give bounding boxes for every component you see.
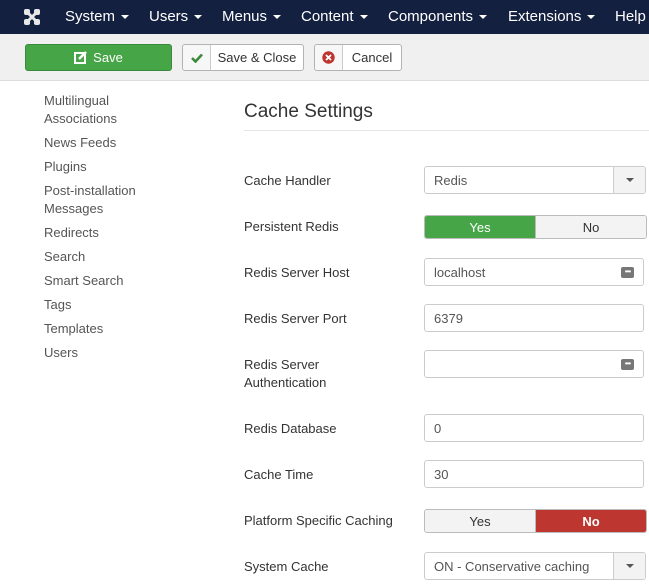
redis-host-label: Redis Server Host (244, 265, 350, 280)
cache-time-label: Cache Time (244, 467, 314, 482)
redis-auth-label: Redis Server Authentication (244, 357, 327, 390)
sidebar-item-users[interactable]: Users (44, 344, 224, 362)
sidebar-item-smart-search[interactable]: Smart Search (44, 272, 224, 290)
save-close-button[interactable]: Save & Close (182, 44, 304, 71)
caret-down-icon (479, 15, 488, 20)
system-cache-select[interactable]: ON - Conservative caching (424, 552, 646, 580)
nav-menu-users[interactable]: Users (149, 0, 203, 34)
caret-down-icon (121, 15, 130, 20)
chevron-down-icon (613, 553, 645, 579)
section-title: Cache Settings (244, 101, 373, 122)
nav-label: Help (615, 8, 646, 25)
redis-auth-input[interactable]: ••• (424, 350, 644, 378)
nav-menu-system[interactable]: System (65, 0, 130, 34)
redis-port-value: 6379 (434, 310, 463, 326)
cache-time-value: 30 (434, 466, 449, 482)
save-label: Save (93, 50, 123, 65)
persistent-redis-label: Persistent Redis (244, 219, 339, 234)
persistent-redis-yes[interactable]: Yes (425, 216, 535, 238)
redis-port-input[interactable]: 6379 (424, 304, 644, 332)
top-navbar: System Users Menus Content Components Ex… (0, 0, 649, 34)
nav-menu-help[interactable]: Help (615, 0, 646, 34)
nav-menu-menus[interactable]: Menus (222, 0, 282, 34)
redis-port-label: Redis Server Port (244, 311, 347, 326)
sidebar-item-templates[interactable]: Templates (44, 320, 224, 338)
system-cache-label: System Cache (244, 559, 329, 574)
nav-label: System (65, 8, 116, 25)
caret-down-icon (194, 15, 203, 20)
cache-time-input[interactable]: 30 (424, 460, 644, 488)
chevron-down-icon (613, 167, 645, 193)
password-manager-icon[interactable]: ••• (621, 266, 634, 278)
caret-down-icon (273, 15, 282, 20)
cancel-button[interactable]: Cancel (314, 44, 402, 71)
nav-menu-content[interactable]: Content (301, 0, 368, 34)
toolbar: Save Save & Close Cancel (0, 34, 649, 81)
redis-host-value: localhost (434, 264, 486, 280)
persistent-redis-toggle: Yes No (424, 215, 647, 239)
cancel-circle-icon (315, 45, 343, 70)
check-icon (183, 45, 211, 70)
nav-menu-components[interactable]: Components (388, 0, 488, 34)
sidebar-item-redirects[interactable]: Redirects (44, 224, 224, 242)
sidebar-item-multilingual-associations[interactable]: Multilingual Associations (44, 92, 134, 128)
platform-caching-yes[interactable]: Yes (425, 510, 535, 532)
joomla-logo-icon[interactable] (22, 7, 42, 27)
cache-handler-value: Redis (434, 172, 468, 188)
redis-database-value: 0 (434, 420, 442, 436)
system-cache-value: ON - Conservative caching (434, 558, 590, 574)
save-button[interactable]: Save (25, 44, 172, 71)
nav-label: Extensions (508, 8, 582, 25)
redis-host-input[interactable]: localhost ••• (424, 258, 644, 286)
platform-caching-toggle: Yes No (424, 509, 647, 533)
nav-label: Components (388, 8, 474, 25)
redis-database-input[interactable]: 0 (424, 414, 644, 442)
sidebar-item-post-installation-messages[interactable]: Post-installation Messages (44, 182, 144, 218)
password-manager-icon[interactable]: ••• (621, 358, 634, 370)
sidebar-item-search[interactable]: Search (44, 248, 224, 266)
platform-caching-label: Platform Specific Caching (244, 513, 393, 528)
sidebar-item-news-feeds[interactable]: News Feeds (44, 134, 224, 152)
section-divider (244, 130, 649, 131)
redis-database-label: Redis Database (244, 421, 337, 436)
nav-label: Menus (222, 8, 268, 25)
sidebar-nav: Multilingual Associations News Feeds Plu… (44, 92, 224, 368)
sidebar-item-tags[interactable]: Tags (44, 296, 224, 314)
caret-down-icon (587, 15, 596, 20)
cache-handler-label: Cache Handler (244, 173, 331, 188)
save-close-label: Save & Close (217, 50, 297, 65)
nav-menu-extensions[interactable]: Extensions (508, 0, 596, 34)
caret-down-icon (359, 15, 368, 20)
edit-icon (74, 51, 88, 64)
cache-handler-select[interactable]: Redis (424, 166, 646, 194)
persistent-redis-no[interactable]: No (535, 216, 646, 238)
sidebar-item-plugins[interactable]: Plugins (44, 158, 224, 176)
cancel-label: Cancel (351, 50, 393, 65)
nav-label: Content (301, 8, 354, 25)
platform-caching-no[interactable]: No (535, 510, 646, 532)
nav-label: Users (149, 8, 189, 25)
